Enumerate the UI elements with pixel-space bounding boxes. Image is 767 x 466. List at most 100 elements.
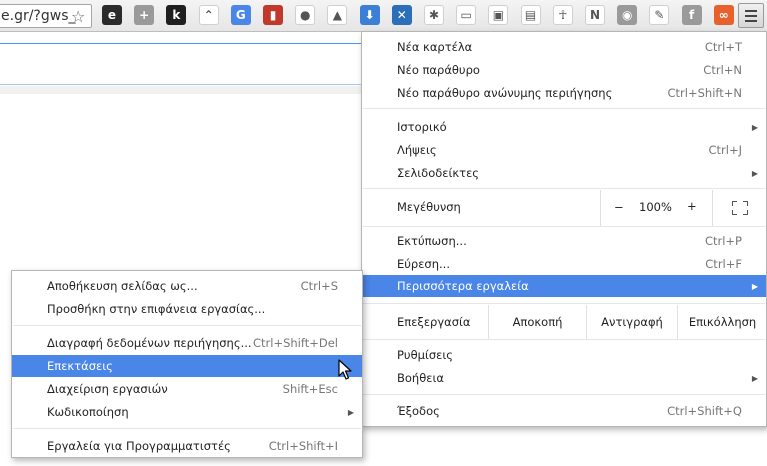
- zoom-label: Μεγέθυνση: [397, 200, 461, 214]
- menu-separator: [13, 325, 361, 326]
- menu-item-more-tools[interactable]: Περισσότερα εργαλεία ▶: [362, 275, 766, 297]
- ext-download-icon[interactable]: ⬇: [359, 5, 380, 25]
- menu-separator: [363, 339, 765, 340]
- menu-item-help[interactable]: Βοήθεια ▶: [362, 367, 766, 389]
- submenu-item-encoding[interactable]: Κωδικοποίηση ▶: [12, 401, 362, 423]
- paste-button[interactable]: Επικόλληση: [677, 305, 767, 339]
- menu-separator: [13, 428, 361, 429]
- zoom-out-button[interactable]: −: [614, 200, 624, 214]
- menu-label: Νέο παράθυρο ανώνυμης περιήγησης: [397, 86, 613, 100]
- menu-label: Λήψεις: [397, 143, 437, 157]
- ext-x-icon[interactable]: ✕: [391, 5, 412, 25]
- menu-label: Εύρεση...: [397, 257, 450, 271]
- menu-label: Κωδικοποίηση: [47, 405, 129, 419]
- hamburger-menu-icon[interactable]: [738, 3, 764, 28]
- menu-zoom-row: Μεγέθυνση − 100% +: [362, 190, 766, 226]
- submenu-item-task-manager[interactable]: Διαχείριση εργασιών Shift+Esc: [12, 378, 362, 400]
- ext-pen-icon[interactable]: ✎: [649, 5, 670, 25]
- submenu-item-save-page[interactable]: Αποθήκευση σελίδας ως... Ctrl+S: [12, 275, 362, 297]
- menu-separator: [363, 394, 765, 395]
- main-menu: Νέα καρτέλα Ctrl+T Νέο παράθυρο Ctrl+N Ν…: [361, 31, 767, 427]
- submenu-item-dev-tools[interactable]: Εργαλεία για Προγραμματιστές Ctrl+Shift+…: [12, 435, 362, 457]
- ext-leaf-icon[interactable]: ●: [295, 5, 316, 25]
- page-search-bar: [0, 43, 362, 85]
- menu-label: Εκτύπωση...: [397, 234, 467, 248]
- menu-item-print[interactable]: Εκτύπωση... Ctrl+P: [362, 230, 766, 252]
- ext-rss-icon[interactable]: ◉: [617, 5, 638, 25]
- ext-plus-icon[interactable]: +: [134, 5, 155, 25]
- fullscreen-button[interactable]: [712, 190, 767, 226]
- menu-shortcut: Ctrl+N: [703, 63, 742, 77]
- omnibox[interactable]: e.gr/?gws_ ☆: [0, 4, 92, 28]
- more-tools-submenu: Αποθήκευση σελίδας ως... Ctrl+S Προσθήκη…: [11, 270, 363, 458]
- menu-label: Νέο παράθυρο: [397, 63, 480, 77]
- chevron-right-icon: ▶: [751, 373, 758, 383]
- menu-label: Ρυθμίσεις: [397, 348, 453, 362]
- menu-shortcut: Ctrl+F: [705, 257, 742, 271]
- menu-label: Επεκτάσεις: [47, 359, 113, 373]
- browser-toolbar: e.gr/?gws_ ☆ e + k ⌃ G ▮ ● ▲ ⬇ ✕ ✱ ▭ ▣ ▤ ☥ N ◉ ✎ f ∞: [0, 0, 767, 32]
- menu-label: Προσθήκη στην επιφάνεια εργασίας...: [47, 302, 266, 316]
- ext-k-icon[interactable]: k: [166, 5, 187, 25]
- menu-item-downloads[interactable]: Λήψεις Ctrl+J: [362, 139, 766, 161]
- menu-separator: [363, 226, 765, 227]
- chevron-right-icon: ▶: [751, 168, 758, 178]
- ext-ankh-icon[interactable]: ☥: [552, 5, 573, 25]
- menu-separator: [363, 188, 765, 189]
- menu-shortcut: Ctrl+Shift+Q: [667, 404, 742, 418]
- mouse-cursor-icon: [338, 359, 352, 380]
- menu-shortcut: Ctrl+J: [708, 143, 743, 157]
- menu-shortcut: Ctrl+S: [300, 279, 338, 293]
- ext-page-icon[interactable]: ▭: [456, 5, 477, 25]
- edit-label: Επεξεργασία: [397, 315, 471, 329]
- menu-item-bookmarks[interactable]: Σελιδοδείκτες ▶: [362, 162, 766, 184]
- menu-label: Σελιδοδείκτες: [397, 166, 480, 180]
- chevron-right-icon: ▶: [347, 407, 354, 417]
- submenu-item-extensions[interactable]: Επεκτάσεις: [12, 355, 362, 377]
- ext-f-icon[interactable]: f: [681, 5, 702, 25]
- zoom-in-button[interactable]: +: [687, 199, 697, 213]
- menu-label: Εργαλεία για Προγραμματιστές: [47, 439, 231, 453]
- menu-item-new-window[interactable]: Νέο παράθυρο Ctrl+N: [362, 59, 766, 81]
- menu-item-new-tab[interactable]: Νέα καρτέλα Ctrl+T: [362, 36, 766, 58]
- ext-box-icon[interactable]: ▣: [488, 5, 509, 25]
- ext-translate-icon[interactable]: G: [230, 5, 251, 25]
- menu-item-history[interactable]: Ιστορικό ▶: [362, 116, 766, 138]
- ext-e-icon[interactable]: e: [102, 5, 122, 25]
- ext-n-icon[interactable]: N: [585, 5, 605, 25]
- menu-item-find[interactable]: Εύρεση... Ctrl+F: [362, 253, 766, 275]
- ext-drive-icon[interactable]: ▲: [327, 5, 348, 25]
- menu-separator: [363, 108, 765, 109]
- fullscreen-icon: [732, 201, 748, 215]
- omnibox-url-text: e.gr/?gws_: [1, 8, 76, 24]
- menu-shortcut: Ctrl+Shift+N: [667, 86, 742, 100]
- menu-label: Ιστορικό: [397, 120, 447, 134]
- copy-button[interactable]: Αντιγραφή: [586, 305, 677, 339]
- menu-label: Νέα καρτέλα: [397, 40, 473, 54]
- ext-save-icon[interactable]: ▤: [520, 5, 541, 25]
- menu-item-incognito[interactable]: Νέο παράθυρο ανώνυμης περιήγησης Ctrl+Sh…: [362, 82, 766, 104]
- menu-label: Περισσότερα εργαλεία: [397, 279, 529, 293]
- menu-edit-row: Επεξεργασία Αποκοπή Αντιγραφή Επικόλληση: [362, 305, 766, 339]
- zoom-level: 100%: [639, 200, 672, 214]
- star-icon[interactable]: ☆: [71, 7, 85, 26]
- menu-label: Έξοδος: [397, 404, 440, 418]
- menu-label: Διαχείριση εργασιών: [47, 382, 168, 396]
- menu-label: Διαγραφή δεδομένων περιήγησης...: [47, 336, 252, 350]
- menu-shortcut: Ctrl+P: [704, 234, 742, 248]
- chevron-right-icon: ▶: [751, 122, 758, 132]
- menu-shortcut: Shift+Esc: [282, 382, 338, 396]
- menu-item-exit[interactable]: Έξοδος Ctrl+Shift+Q: [362, 400, 766, 422]
- ext-pinwheel-icon[interactable]: ✱: [424, 5, 444, 25]
- ext-wave-icon[interactable]: ⌃: [198, 5, 219, 25]
- menu-label: Βοήθεια: [397, 371, 444, 385]
- menu-item-settings[interactable]: Ρυθμίσεις: [362, 344, 766, 366]
- menu-shortcut: Ctrl+T: [704, 40, 742, 54]
- submenu-item-add-to-desktop[interactable]: Προσθήκη στην επιφάνεια εργασίας...: [12, 298, 362, 320]
- cut-button[interactable]: Αποκοπή: [488, 305, 586, 339]
- ext-book-icon[interactable]: ▮: [263, 5, 283, 25]
- ext-infinity-icon[interactable]: ∞: [713, 5, 734, 25]
- menu-shortcut: Ctrl+Shift+I: [268, 439, 338, 453]
- menu-label: Αποθήκευση σελίδας ως...: [47, 279, 198, 293]
- submenu-item-clear-data[interactable]: Διαγραφή δεδομένων περιήγησης... Ctrl+Sh…: [12, 332, 362, 354]
